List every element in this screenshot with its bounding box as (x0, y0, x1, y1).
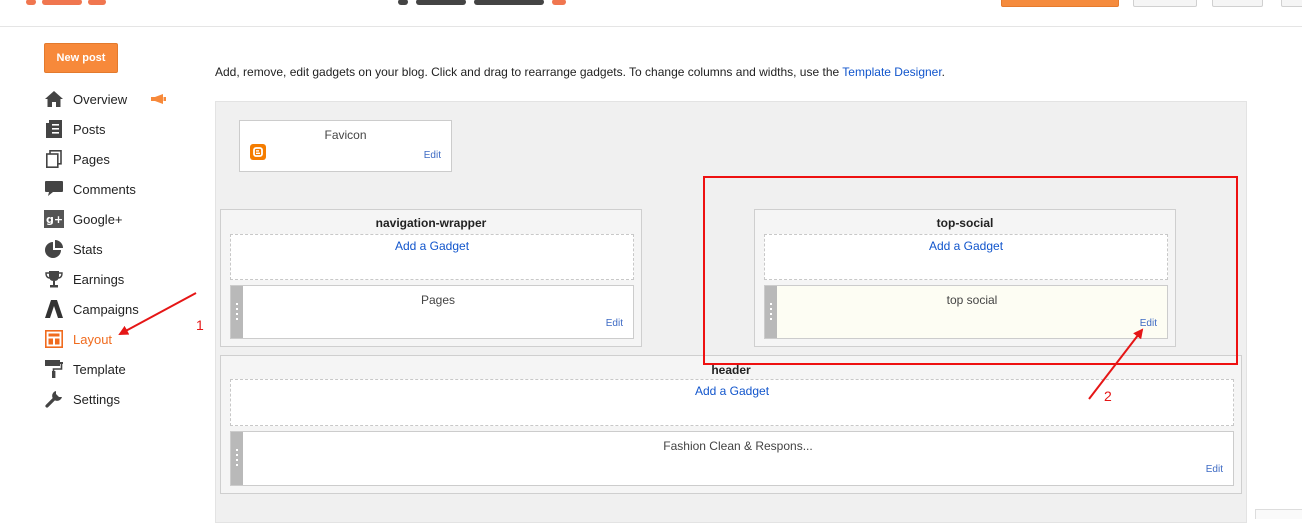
annotation-arrow-1 (118, 292, 197, 335)
annotation-arrows (118, 292, 1144, 400)
annotation-label-1: 1 (196, 317, 204, 333)
annotation-label-2: 2 (1104, 388, 1112, 404)
annotation-arrow-2 (1088, 328, 1144, 400)
